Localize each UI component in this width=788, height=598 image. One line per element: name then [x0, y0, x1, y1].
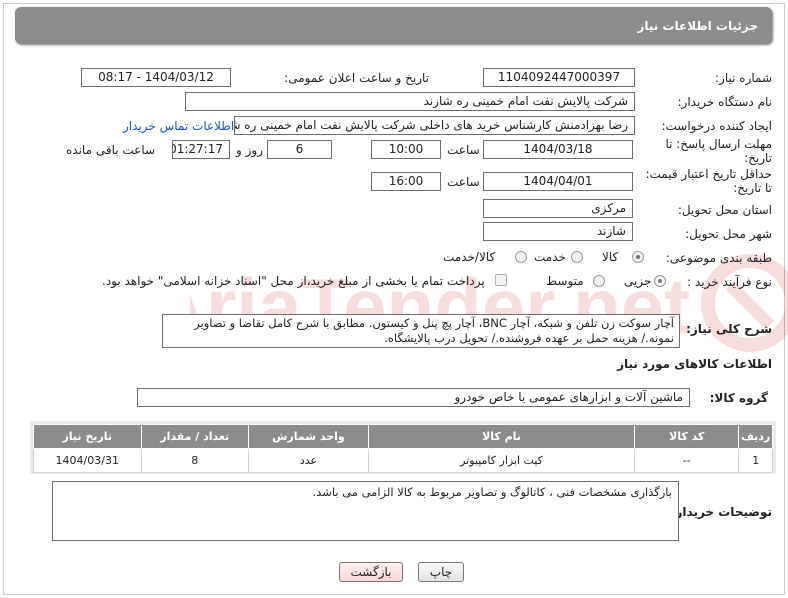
goods-group-label: گروه کالا:: [709, 391, 768, 405]
deadline-label: مهلت ارسال پاسخ: تا: [665, 137, 772, 151]
city-field[interactable]: شازند: [483, 222, 633, 241]
col-item-code: کد کالا: [634, 424, 740, 449]
process-minor-label: جزیی: [624, 274, 652, 288]
buyer-notes-label: توضیحات خریدار:: [670, 505, 772, 519]
table-row[interactable]: 1 -- کیت ابزار کامپیوتر عدد 8 1404/03/31: [33, 448, 773, 473]
buyer-org-field[interactable]: شرکت پالایش نفت امام خمینی ره شازند: [185, 92, 635, 111]
category-goods-radio[interactable]: [632, 251, 644, 263]
goods-table: ردیف کد کالا نام کالا واحد شمارش تعداد /…: [33, 424, 773, 473]
buyer-contact-link[interactable]: اطلاعات تماس خریدار: [123, 119, 234, 133]
back-button[interactable]: بازگشت: [339, 562, 403, 582]
description-textarea[interactable]: آچار سوکت زن تلفن و شبکه، آچار BNC، آچار…: [162, 314, 680, 348]
col-row-number: ردیف: [738, 424, 773, 449]
description-label: شرح کلی نیاز:: [686, 322, 772, 336]
buyer-org-label: نام دستگاه خریدار:: [677, 95, 773, 109]
description-text: آچار سوکت زن تلفن و شبکه، آچار BNC، آچار…: [194, 316, 674, 345]
category-goods-service-label: کالا/خدمت: [443, 250, 496, 264]
validity-label-date: تا تاریخ:: [733, 181, 772, 195]
city-label: شهر محل تحویل:: [685, 227, 772, 241]
col-need-date: تاریخ نیاز: [33, 424, 142, 449]
time-remaining-label: ساعت باقی مانده: [66, 143, 156, 157]
category-label: طبقه بندی موضوعی:: [665, 251, 772, 265]
deadline-time-field[interactable]: 10:00: [371, 140, 441, 159]
process-type-label: نوع فرآیند خرید :: [687, 275, 772, 289]
category-service-radio[interactable]: [571, 251, 583, 263]
goods-table-header: ردیف کد کالا نام کالا واحد شمارش تعداد /…: [33, 424, 773, 449]
cell-unit: عدد: [247, 448, 369, 473]
page-title: جزئیات اطلاعات نیاز: [637, 18, 758, 33]
cell-row-number: 1: [738, 448, 773, 473]
validity-time-field[interactable]: 16:00: [371, 172, 441, 191]
announce-label: تاریخ و ساعت اعلان عمومی:: [284, 71, 429, 85]
validity-date-field[interactable]: 1404/04/01: [483, 172, 633, 191]
category-service-label: خدمت: [534, 250, 566, 264]
deadline-time-label: ساعت: [447, 143, 480, 157]
requester-label: ایجاد کننده درخواست:: [661, 119, 772, 133]
category-goods-service-radio[interactable]: [515, 251, 527, 263]
province-label: استان محل تحویل:: [677, 203, 772, 217]
process-minor-radio[interactable]: [654, 275, 666, 287]
col-item-name: نام کالا: [367, 424, 636, 449]
col-quantity: تعداد / مقدار: [140, 424, 249, 449]
print-button[interactable]: چاپ: [418, 562, 464, 582]
days-remaining-field[interactable]: 6: [267, 140, 332, 159]
time-remaining-field[interactable]: 01:27:17: [172, 140, 230, 159]
goods-group-field[interactable]: ماشین آلات و ابزارهای عمومی یا خاص خودرو: [137, 388, 690, 407]
treasury-payment-note: پرداخت تمام یا بخشی از مبلغ خرید،از محل …: [102, 274, 485, 288]
days-label: روز و: [236, 143, 263, 157]
need-number-field[interactable]: 1104092447000397: [483, 68, 635, 87]
validity-label: حداقل تاریخ اعتبار قیمت:: [645, 167, 772, 181]
goods-section-title: اطلاعات کالاهای مورد نیاز: [617, 357, 772, 371]
page-header: جزئیات اطلاعات نیاز: [15, 7, 772, 44]
deadline-label-date: تاریخ:: [744, 151, 772, 165]
cell-need-date: 1404/03/31: [33, 448, 142, 473]
process-medium-radio[interactable]: [593, 275, 605, 287]
cell-quantity: 8: [140, 448, 249, 473]
col-unit: واحد شمارش: [247, 424, 369, 449]
buyer-notes-text: بارگذاری مشخصات فنی ، کاتالوگ و تصاویر م…: [312, 485, 673, 499]
treasury-payment-checkbox[interactable]: [495, 274, 507, 286]
deadline-date-field[interactable]: 1404/03/18: [483, 140, 633, 159]
process-medium-label: متوسط: [546, 274, 584, 288]
requester-field[interactable]: رضا بهزادمنش کارشناس خرید های داخلی شرکت…: [234, 116, 635, 135]
validity-time-label: ساعت: [447, 175, 480, 189]
cell-item-name: کیت ابزار کامپیوتر: [367, 448, 636, 473]
announce-datetime-field[interactable]: 1404/03/12 - 08:17: [81, 68, 231, 87]
cell-item-code: --: [634, 448, 740, 473]
province-field[interactable]: مرکزی: [483, 199, 633, 218]
need-number-label: شماره نیاز:: [715, 71, 772, 85]
buyer-notes-textarea[interactable]: بارگذاری مشخصات فنی ، کاتالوگ و تصاویر م…: [52, 481, 679, 541]
category-goods-label: کالا: [602, 250, 619, 264]
